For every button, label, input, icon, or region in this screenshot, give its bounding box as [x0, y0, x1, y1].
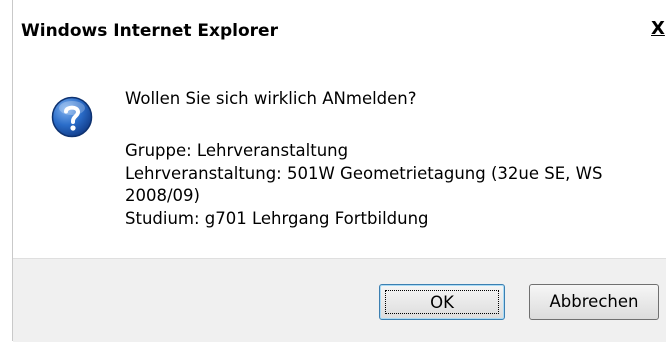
detail-line: Lehrveranstaltung: 501W Geometrietagung … [125, 163, 603, 183]
question-icon [51, 96, 93, 138]
dialog-question: Wollen Sie sich wirklich ANmelden? [125, 89, 417, 108]
cancel-button[interactable]: Abbrechen [529, 284, 659, 320]
detail-line: Studium: g701 Lehrgang Fortbildung [125, 208, 429, 228]
dialog-title: Windows Internet Explorer [21, 21, 278, 41]
dialog-details: Gruppe: Lehrveranstaltung Lehrveranstalt… [125, 140, 645, 230]
dialog-titlebar[interactable]: Windows Internet Explorer X [13, 12, 666, 52]
close-button[interactable]: X [651, 18, 666, 40]
ok-button-label: OK [385, 290, 499, 314]
dialog-button-bar: OK Abbrechen [13, 258, 666, 342]
detail-line: Gruppe: Lehrveranstaltung [125, 141, 349, 160]
ok-button[interactable]: OK [379, 284, 505, 320]
detail-line: 2008/09) [125, 186, 200, 205]
dialog-content: Wollen Sie sich wirklich ANmelden? Grupp… [13, 52, 666, 258]
message-dialog: Windows Internet Explorer X Wollen Sie s… [12, 0, 666, 342]
